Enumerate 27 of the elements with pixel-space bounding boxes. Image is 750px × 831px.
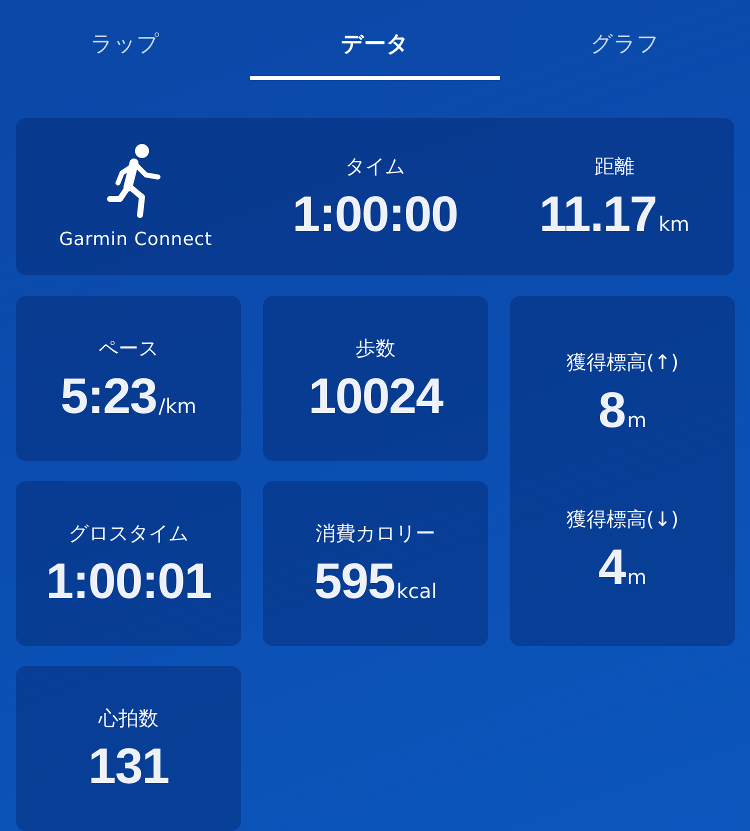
metric-value: 1:00:01 <box>46 552 212 608</box>
metric-value: 595 <box>314 552 395 608</box>
metric-unit: kcal <box>396 578 437 602</box>
metric-value: 11.17 <box>539 186 656 242</box>
metric-label: タイム <box>344 152 405 180</box>
tab[interactable]: データ <box>335 28 415 62</box>
metric-label: 心拍数 <box>98 704 158 732</box>
metric-value: 4 <box>598 538 626 594</box>
metric-label: グロスタイム <box>68 520 188 546</box>
metric-unit: m <box>627 408 647 432</box>
tab[interactable]: グラフ <box>584 28 666 62</box>
metric-value: 8 <box>598 382 626 438</box>
metric-label: 距離 <box>594 152 634 180</box>
metric-label: ペース <box>98 334 158 362</box>
metric-value: 1:00:00 <box>292 186 458 242</box>
source-label: Garmin Connect <box>59 229 212 250</box>
metric-unit: m <box>627 564 647 588</box>
tab[interactable]: ラップ <box>84 28 166 62</box>
metric-label: 獲得標高(↑) <box>566 348 679 376</box>
metric-value: 5:23 <box>60 368 157 424</box>
metric-value: 131 <box>88 738 169 794</box>
metric-label: 消費カロリー <box>316 520 436 546</box>
metric-label: 獲得標高(↓) <box>566 506 679 532</box>
metric-label: 歩数 <box>356 334 396 362</box>
metric-unit: km <box>658 212 690 236</box>
metric-unit: /km <box>158 394 196 418</box>
metric-value: 10024 <box>308 368 443 424</box>
